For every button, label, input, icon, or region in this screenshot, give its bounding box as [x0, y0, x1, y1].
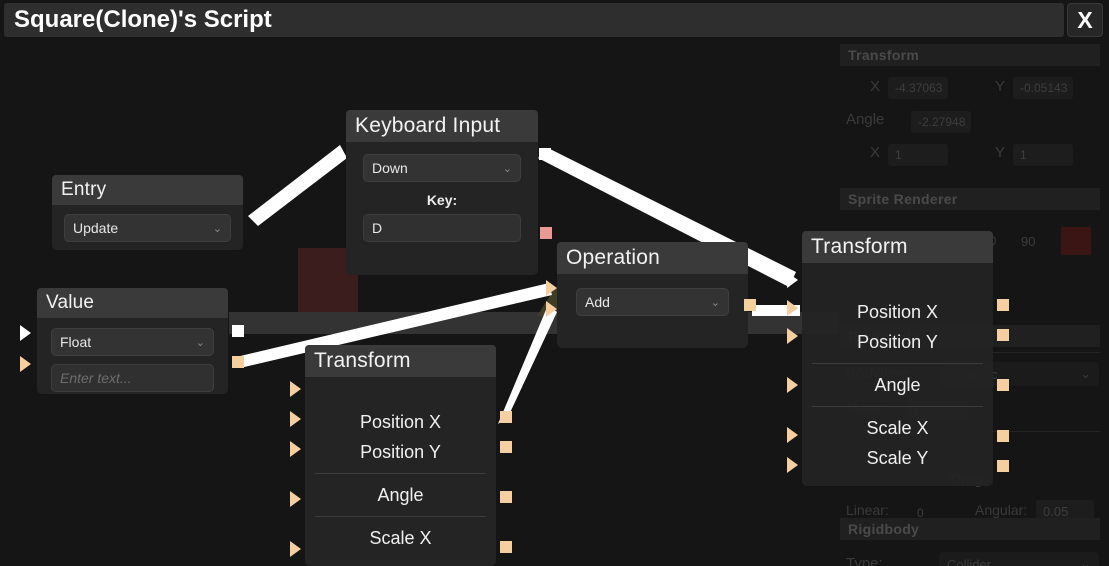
inspector-transform-y-label: Y	[995, 78, 1006, 95]
pin-transform-set-in-angle[interactable]	[787, 377, 798, 393]
inspector-collider-type-select[interactable]: Collider ⌄	[939, 552, 1099, 566]
pin-transform-set-in-position-x[interactable]	[787, 300, 798, 316]
inspector-transform-scale-y-field[interactable]: 1	[1013, 144, 1073, 166]
pin-value-exec-out[interactable]	[232, 325, 244, 337]
pin-transform-set-in-position-y[interactable]	[787, 328, 798, 344]
pin-operation-in-b[interactable]	[546, 301, 557, 317]
pin-transform-get-out-position-x[interactable]	[500, 411, 512, 423]
pin-transform-set-in-scale-y[interactable]	[787, 457, 798, 473]
pin-value-data-out[interactable]	[232, 356, 244, 368]
pin-transform-set-out-position-y[interactable]	[997, 329, 1009, 341]
node-operation[interactable]: Operation Add ⌄	[557, 242, 748, 348]
transform-get-divider-2	[315, 516, 486, 517]
pin-transform-get-in-position-y[interactable]	[290, 441, 301, 457]
inspector-transform-y-field[interactable]: -0.05143	[1013, 77, 1073, 99]
node-keyboard-input-title: Keyboard Input	[346, 110, 538, 142]
transform-get-row-angle: Angle	[377, 485, 424, 505]
transform-set-divider-1	[812, 363, 983, 364]
inspector-collider-header: Rigidbody	[840, 518, 1100, 540]
inspector-collider-type-label: Type:	[846, 555, 883, 566]
chevron-down-icon: ⌄	[502, 162, 512, 175]
node-entry[interactable]: Entry Update ⌄	[52, 175, 243, 250]
inspector-sprite-value-90-b[interactable]: 90	[1014, 230, 1054, 252]
chevron-down-icon: ⌄	[710, 296, 720, 309]
inspector-transform-angle-field[interactable]: -2.27948	[911, 111, 971, 133]
keyboard-key-label: Key:	[426, 192, 458, 208]
chevron-down-icon: ⌄	[212, 222, 222, 235]
value-type-value: Float	[60, 334, 92, 350]
pin-canvas-data-in[interactable]	[20, 356, 31, 372]
transform-set-row-scale-y: Scale Y	[866, 448, 929, 468]
pin-transform-set-in-scale-x[interactable]	[787, 427, 798, 443]
transform-get-row-position-y: Position Y	[360, 442, 441, 462]
chevron-down-icon: ⌄	[1080, 366, 1091, 381]
pin-operation-in-a[interactable]	[546, 280, 557, 296]
pin-transform-set-out-scale-y[interactable]	[997, 460, 1009, 472]
inspector-transform-x-label: X	[870, 78, 881, 95]
keyboard-state-select[interactable]: Down ⌄	[363, 154, 521, 182]
close-icon[interactable]: X	[1067, 3, 1103, 37]
node-operation-title: Operation	[557, 242, 748, 274]
pin-keyboard-bool-out[interactable]	[540, 227, 552, 239]
inspector-linear-label: Linear:	[846, 502, 889, 518]
transform-set-row-position-y: Position Y	[857, 332, 938, 352]
pin-transform-set-in-exec[interactable]	[787, 272, 798, 288]
inspector-transform-scale-y-label: Y	[995, 144, 1006, 161]
script-graph-window: Transform X -4.37063 Y -0.05143 Angle -2…	[0, 0, 1109, 566]
keyboard-key-input[interactable]: D	[363, 214, 521, 242]
inspector-transform-angle-label: Angle	[846, 111, 885, 128]
chevron-down-icon: ⌄	[1080, 556, 1091, 566]
chevron-down-icon: ⌄	[195, 336, 205, 349]
pin-transform-get-in-angle[interactable]	[290, 491, 301, 507]
node-entry-title: Entry	[52, 175, 243, 205]
pin-transform-get-out-scale-x[interactable]	[500, 541, 512, 553]
node-transform-set-title: Transform	[802, 231, 993, 263]
transform-set-row-angle: Angle	[874, 375, 921, 395]
node-value-title: Value	[37, 288, 228, 318]
inspector-transform-scale-x-label: X	[870, 144, 881, 161]
pin-transform-get-in-scale-x[interactable]	[290, 541, 301, 557]
pin-transform-get-out-angle[interactable]	[500, 491, 512, 503]
node-keyboard-input[interactable]: Keyboard Input Down ⌄ Key: D	[346, 110, 538, 275]
pin-canvas-exec-in[interactable]	[20, 325, 31, 341]
pin-transform-get-out-position-y[interactable]	[500, 441, 512, 453]
inspector-transform-scale-x-field[interactable]: 1	[888, 144, 948, 166]
transform-set-row-scale-x: Scale X	[866, 418, 929, 438]
node-transform-set[interactable]: Transform Position X Position Y Angle Sc…	[802, 231, 993, 486]
transform-get-row-scale-x: Scale X	[369, 528, 432, 548]
inspector-transform-x-field[interactable]: -4.37063	[888, 77, 948, 99]
value-text-input[interactable]: Enter text...	[51, 364, 214, 392]
operation-op-select[interactable]: Add ⌄	[576, 288, 729, 316]
transform-set-row-position-x: Position X	[856, 302, 939, 322]
entry-event-select[interactable]: Update ⌄	[64, 214, 231, 242]
transform-get-row-position-x: Position X	[359, 412, 442, 432]
node-transform-get-title: Transform	[305, 345, 496, 377]
pin-operation-out[interactable]	[744, 299, 756, 311]
operation-op-value: Add	[585, 294, 610, 310]
pin-transform-set-out-position-x[interactable]	[997, 299, 1009, 311]
keyboard-state-value: Down	[372, 160, 408, 176]
window-titlebar: Square(Clone)'s Script X	[0, 0, 1109, 40]
pin-transform-set-out-scale-x[interactable]	[997, 430, 1009, 442]
pin-transform-get-in-exec[interactable]	[290, 381, 301, 397]
inspector-sprite-color-swatch[interactable]	[1061, 227, 1091, 255]
pin-keyboard-exec-out[interactable]	[539, 148, 551, 160]
window-title: Square(Clone)'s Script	[4, 3, 1064, 37]
value-type-select[interactable]: Float ⌄	[51, 328, 214, 356]
node-value[interactable]: Value Float ⌄ Enter text...	[37, 288, 228, 394]
entry-event-value: Update	[73, 220, 119, 236]
transform-set-divider-2	[812, 406, 983, 407]
inspector-sprite-renderer-header: Sprite Renderer	[840, 188, 1100, 210]
transform-get-divider-1	[315, 473, 486, 474]
pin-transform-set-out-angle[interactable]	[997, 379, 1009, 391]
inspector-collider-type-value: Collider	[947, 556, 992, 566]
wire-entry-to-keyboard	[248, 145, 347, 226]
node-transform-get[interactable]: Transform Position X Position Y Angle Sc…	[305, 345, 496, 566]
inspector-angular-label: Angular:	[975, 502, 1028, 518]
pin-transform-get-in-position-x[interactable]	[290, 411, 301, 427]
inspector-transform-header: Transform	[840, 44, 1100, 66]
